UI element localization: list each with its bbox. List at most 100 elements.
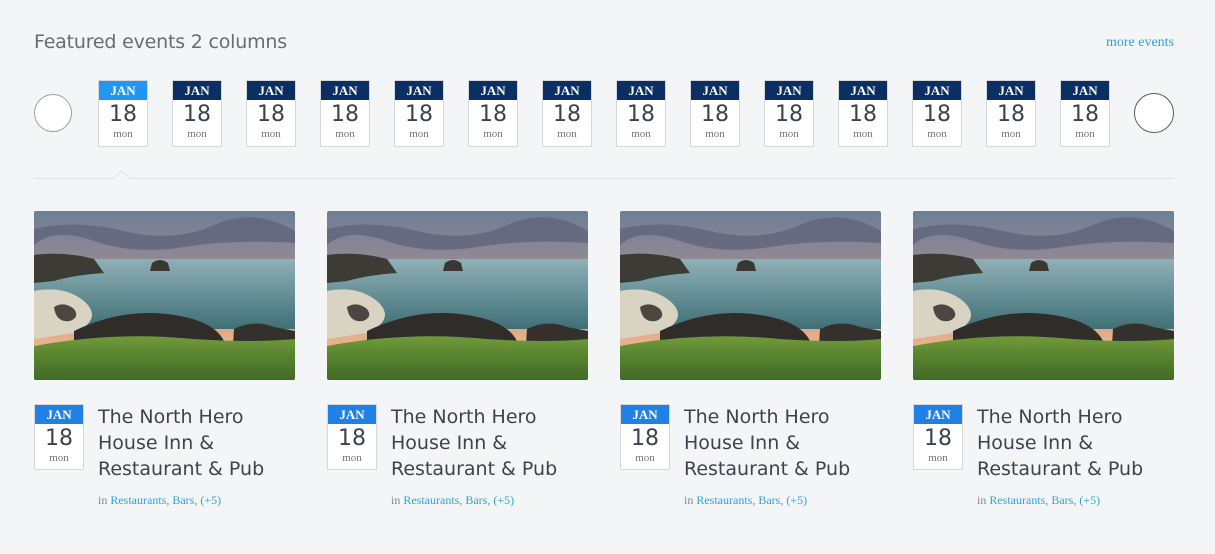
event-day: 18 [924, 426, 952, 451]
event-day: 18 [631, 426, 659, 451]
event-weekday: mon [928, 452, 948, 464]
category-link-restaurants[interactable]: Restaurants [696, 493, 752, 507]
event-card[interactable]: JAN 18 mon The North Hero House Inn & Resta… [913, 211, 1174, 507]
date-strip-item[interactable]: JAN 18 mon [986, 80, 1036, 147]
date-weekday: mon [1001, 128, 1021, 140]
date-month: JAN [987, 81, 1035, 100]
date-day: 18 [405, 102, 433, 127]
date-weekday: mon [409, 128, 429, 140]
category-more-link[interactable]: (+5) [200, 493, 221, 507]
date-weekday: mon [483, 128, 503, 140]
event-categories: in Restaurants, Bars, (+5) [977, 493, 1101, 507]
event-photo[interactable] [913, 211, 1174, 380]
date-strip-item[interactable]: JAN 18 mon [246, 80, 296, 147]
date-month: JAN [913, 81, 961, 100]
date-day: 18 [701, 102, 729, 127]
categories-prefix: in [977, 493, 987, 507]
event-categories: in Restaurants, Bars, (+5) [684, 493, 808, 507]
event-title[interactable]: The North Hero House Inn & Restaurant & … [98, 404, 298, 482]
more-events-link[interactable]: more events [1106, 35, 1174, 51]
category-more-link[interactable]: (+5) [1079, 493, 1100, 507]
event-day: 18 [45, 426, 73, 451]
event-title[interactable]: The North Hero House Inn & Restaurant & … [977, 404, 1177, 482]
date-day: 18 [923, 102, 951, 127]
date-strip-item[interactable]: JAN 18 mon [394, 80, 444, 147]
date-strip-item[interactable]: JAN 18 mon [912, 80, 962, 147]
date-day: 18 [775, 102, 803, 127]
section-title: Featured events 2 columns [34, 31, 287, 53]
event-weekday: mon [49, 452, 69, 464]
event-weekday: mon [342, 452, 362, 464]
date-day: 18 [479, 102, 507, 127]
categories-prefix: in [98, 493, 108, 507]
event-categories: in Restaurants, Bars, (+5) [98, 493, 222, 507]
date-weekday: mon [187, 128, 207, 140]
date-month: JAN [469, 81, 517, 100]
categories-prefix: in [391, 493, 401, 507]
date-weekday: mon [927, 128, 947, 140]
category-more-link[interactable]: (+5) [786, 493, 807, 507]
event-month: JAN [621, 405, 669, 424]
category-more-link[interactable]: (+5) [493, 493, 514, 507]
date-day: 18 [997, 102, 1025, 127]
date-weekday: mon [1075, 128, 1095, 140]
date-weekday: mon [631, 128, 651, 140]
date-weekday: mon [853, 128, 873, 140]
divider [34, 178, 1174, 179]
date-strip-item[interactable]: JAN 18 mon [172, 80, 222, 147]
prev-button[interactable] [34, 94, 72, 132]
category-link-restaurants[interactable]: Restaurants [110, 493, 166, 507]
event-date-badge: JAN 18 mon [327, 404, 377, 470]
date-day: 18 [1071, 102, 1099, 127]
date-month: JAN [99, 81, 147, 100]
event-date-badge: JAN 18 mon [34, 404, 84, 470]
category-link-bars[interactable]: Bars [465, 493, 487, 507]
category-link-restaurants[interactable]: Restaurants [403, 493, 459, 507]
date-month: JAN [173, 81, 221, 100]
date-strip-item[interactable]: JAN 18 mon [98, 80, 148, 147]
date-month: JAN [543, 81, 591, 100]
date-weekday: mon [705, 128, 725, 140]
date-strip-item[interactable]: JAN 18 mon [542, 80, 592, 147]
date-strip-item[interactable]: JAN 18 mon [690, 80, 740, 147]
next-button[interactable] [1134, 93, 1174, 133]
date-weekday: mon [113, 128, 133, 140]
event-title[interactable]: The North Hero House Inn & Restaurant & … [391, 404, 591, 482]
date-day: 18 [849, 102, 877, 127]
event-card[interactable]: JAN 18 mon The North Hero House Inn & Resta… [34, 211, 295, 507]
event-title[interactable]: The North Hero House Inn & Restaurant & … [684, 404, 884, 482]
categories-prefix: in [684, 493, 694, 507]
date-strip-item[interactable]: JAN 18 mon [764, 80, 814, 147]
date-strip-item[interactable]: JAN 18 mon [468, 80, 518, 147]
active-date-pointer [113, 169, 130, 186]
event-card[interactable]: JAN 18 mon The North Hero House Inn & Resta… [327, 211, 588, 507]
category-link-bars[interactable]: Bars [172, 493, 194, 507]
event-card[interactable]: JAN 18 mon The North Hero House Inn & Resta… [620, 211, 881, 507]
category-link-restaurants[interactable]: Restaurants [989, 493, 1045, 507]
date-month: JAN [1061, 81, 1109, 100]
date-month: JAN [839, 81, 887, 100]
event-photo[interactable] [34, 211, 295, 380]
date-month: JAN [321, 81, 369, 100]
date-day: 18 [553, 102, 581, 127]
category-link-bars[interactable]: Bars [758, 493, 780, 507]
date-strip-item[interactable]: JAN 18 mon [1060, 80, 1110, 147]
date-day: 18 [627, 102, 655, 127]
date-month: JAN [691, 81, 739, 100]
event-date-badge: JAN 18 mon [620, 404, 670, 470]
event-photo[interactable] [327, 211, 588, 380]
event-photo[interactable] [620, 211, 881, 380]
date-strip-item[interactable]: JAN 18 mon [320, 80, 370, 147]
event-weekday: mon [635, 452, 655, 464]
date-month: JAN [617, 81, 665, 100]
event-categories: in Restaurants, Bars, (+5) [391, 493, 515, 507]
category-link-bars[interactable]: Bars [1051, 493, 1073, 507]
event-month: JAN [914, 405, 962, 424]
date-strip-item[interactable]: JAN 18 mon [838, 80, 888, 147]
event-date-badge: JAN 18 mon [913, 404, 963, 470]
date-strip-item[interactable]: JAN 18 mon [616, 80, 666, 147]
date-day: 18 [183, 102, 211, 127]
date-weekday: mon [779, 128, 799, 140]
date-weekday: mon [335, 128, 355, 140]
date-month: JAN [247, 81, 295, 100]
